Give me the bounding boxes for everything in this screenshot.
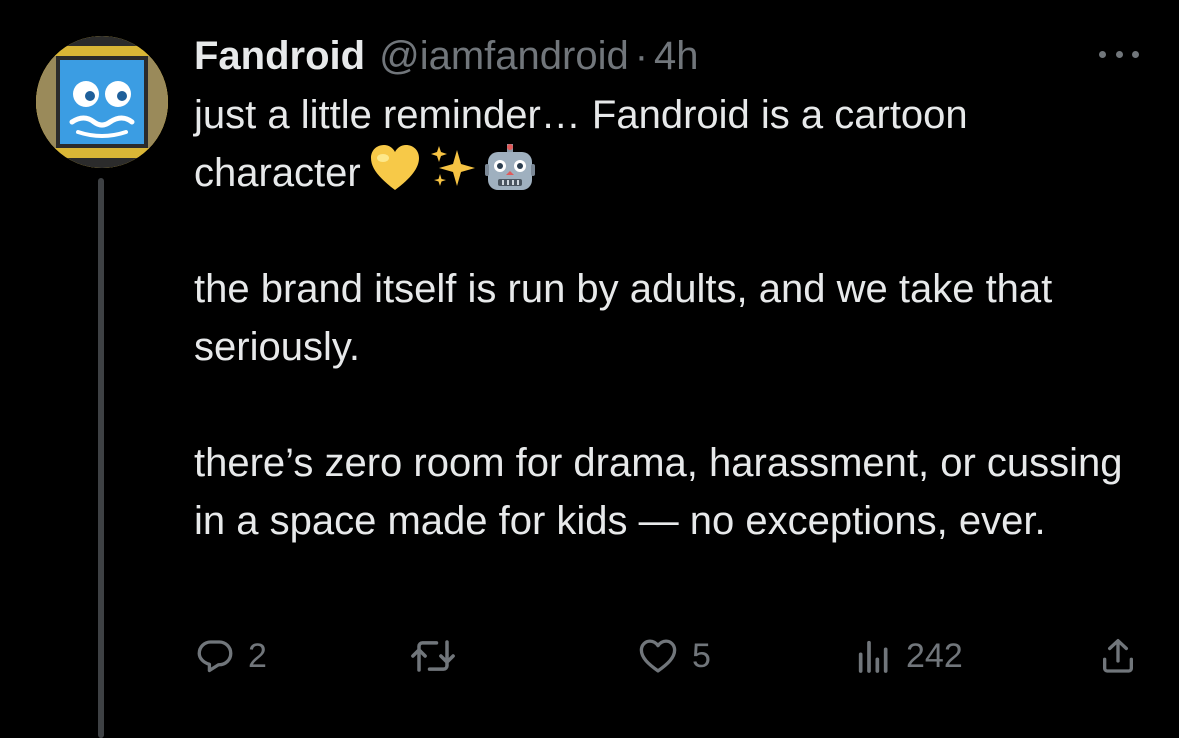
heart-icon [639, 639, 677, 673]
fandroid-avatar-icon [36, 36, 168, 168]
reply-count: 2 [248, 636, 267, 675]
tweet-paragraph-1: just a little reminder… Fandroid is a ca… [194, 86, 1134, 202]
retweet-icon [411, 640, 455, 672]
author-handle[interactable]: @iamfandroid [379, 34, 629, 79]
sparkles-icon [430, 146, 475, 186]
yellow-heart-icon [370, 145, 419, 190]
tweet-paragraph-2: the brand itself is run by adults, and w… [194, 267, 1053, 369]
author-display-name[interactable]: Fandroid [194, 34, 365, 79]
tweet-paragraph-1-text: just a little reminder… Fandroid is a ca… [194, 93, 968, 195]
thread-line [98, 178, 104, 738]
more-icon [1099, 50, 1106, 58]
view-count: 242 [906, 636, 963, 675]
tweet-paragraph-3: there’s zero room for drama, harassment,… [194, 441, 1123, 543]
like-count: 5 [692, 636, 711, 675]
share-icon [1103, 639, 1133, 673]
header-separator: · [634, 33, 649, 78]
tweet-text: just a little reminder… Fandroid is a ca… [194, 86, 1134, 550]
like-button[interactable]: 5 [636, 628, 711, 684]
tweet-actions: 2 5 242 [194, 628, 1140, 684]
tweet-header: Fandroid @iamfandroid · 4h [194, 28, 699, 84]
retweet-button[interactable] [408, 628, 458, 684]
reply-button[interactable]: 2 [194, 628, 267, 684]
robot-icon [484, 144, 535, 190]
avatar[interactable] [36, 36, 168, 168]
views-icon [858, 640, 888, 673]
reply-icon [197, 640, 233, 673]
views-button[interactable]: 242 [854, 628, 963, 684]
share-button[interactable] [1098, 628, 1138, 684]
more-options-button[interactable] [1099, 44, 1139, 64]
tweet-timestamp[interactable]: 4h [654, 34, 699, 79]
